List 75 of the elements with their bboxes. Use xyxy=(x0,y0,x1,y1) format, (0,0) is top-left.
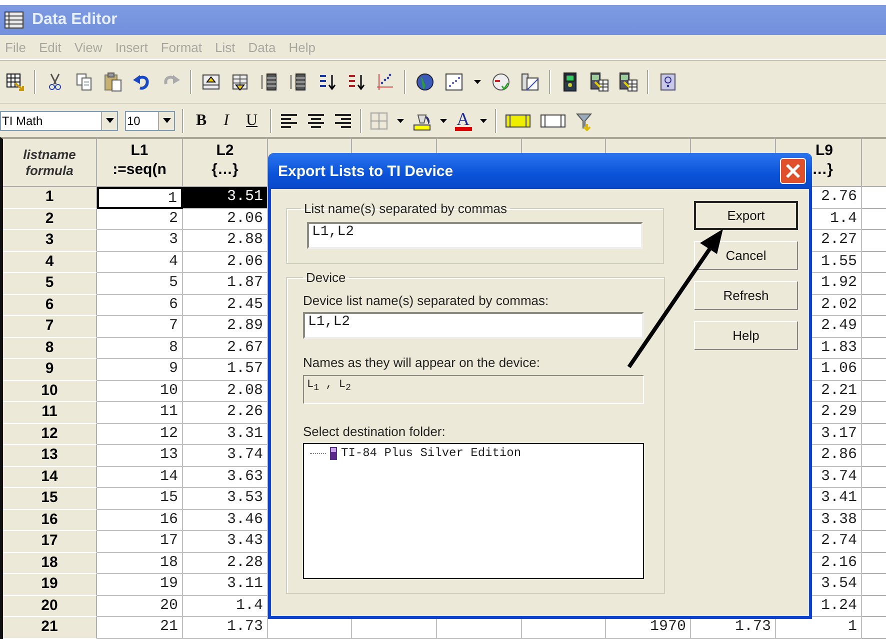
font-color-button[interactable]: A xyxy=(454,110,472,130)
italic-button[interactable]: I xyxy=(218,112,234,130)
table-cell[interactable]: 10 xyxy=(97,380,183,402)
column-formula: {…} xyxy=(212,160,238,179)
row-header[interactable]: 10 xyxy=(3,380,97,402)
table-cell[interactable]: 2 xyxy=(97,208,183,230)
column-header[interactable]: L2 {…} xyxy=(183,139,268,187)
header-label: formula xyxy=(26,162,74,178)
window-title: Data Editor xyxy=(32,11,118,29)
column-name[interactable]: L1 xyxy=(130,141,148,160)
table-cell[interactable]: 6 xyxy=(97,294,183,316)
dialog-button[interactable]: Help xyxy=(694,321,798,350)
group-label: Device xyxy=(305,270,347,285)
row-header[interactable]: 17 xyxy=(3,531,97,552)
table-cell[interactable]: 1.73 xyxy=(183,617,268,638)
table-cell[interactable]: 3.51 xyxy=(183,187,268,208)
table-cell[interactable]: 5 xyxy=(97,273,183,294)
row-header[interactable]: 15 xyxy=(3,488,97,510)
column-formula: …} xyxy=(812,160,833,179)
table-cell[interactable]: 4 xyxy=(97,252,183,273)
row-header[interactable]: 1 xyxy=(3,187,97,208)
row-header[interactable]: 13 xyxy=(3,445,97,466)
device-names-preview: L$_{1}$ , L$_{2}$ xyxy=(303,375,644,404)
row-header[interactable]: 14 xyxy=(3,466,97,488)
table-cell[interactable]: 15 xyxy=(97,488,183,510)
dialog-button[interactable]: Export xyxy=(694,201,798,230)
font-size-dropdown[interactable]: 10 xyxy=(125,110,175,130)
dialog-button[interactable]: Refresh xyxy=(694,281,798,310)
row-header[interactable]: 3 xyxy=(3,230,97,252)
font-dropdown[interactable]: TI Math xyxy=(0,110,118,130)
underline-button[interactable]: U xyxy=(241,112,263,130)
row-header[interactable]: 16 xyxy=(3,510,97,531)
group-label: List name(s) separated by commas xyxy=(303,201,508,216)
device-names-field[interactable]: L1,L2 xyxy=(303,312,644,339)
row-header[interactable]: 11 xyxy=(3,402,97,424)
dialog-button[interactable]: Cancel xyxy=(694,241,798,270)
row-header[interactable]: 4 xyxy=(3,252,97,273)
table-cell[interactable]: 17 xyxy=(97,531,183,552)
table-cell[interactable]: 1 xyxy=(97,187,183,208)
table-cell[interactable]: 20 xyxy=(97,596,183,617)
field-label: Select destination folder: xyxy=(303,424,446,439)
table-cell[interactable]: 11 xyxy=(97,402,183,424)
dialog-title: Export Lists to TI Device xyxy=(278,162,454,180)
table-cell[interactable]: 16 xyxy=(97,510,183,531)
row-header[interactable]: 6 xyxy=(3,294,97,316)
table-cell[interactable]: 8 xyxy=(97,338,183,359)
column-name[interactable]: L2 xyxy=(216,141,234,160)
row-header[interactable]: 18 xyxy=(3,552,97,574)
table-cell[interactable]: 12 xyxy=(97,424,183,445)
table-cell[interactable]: 9 xyxy=(97,359,183,380)
row-header[interactable]: 9 xyxy=(3,359,97,380)
row-header[interactable]: 7 xyxy=(3,316,97,338)
column-header[interactable]: L1 :=seq(n xyxy=(97,139,183,187)
column-name[interactable]: L9 xyxy=(815,141,833,160)
field-label: Device list name(s) separated by commas: xyxy=(303,293,550,308)
row-header[interactable]: 8 xyxy=(3,338,97,359)
tree-item[interactable]: TI-84 Plus Silver Edition xyxy=(341,446,522,460)
list-names-field[interactable]: L1,L2 xyxy=(307,222,643,249)
table-cell[interactable]: 21 xyxy=(97,617,183,638)
table-cell[interactable]: 19 xyxy=(97,574,183,596)
row-header[interactable]: 5 xyxy=(3,273,97,294)
row-header[interactable]: 12 xyxy=(3,424,97,445)
bold-button[interactable]: B xyxy=(191,112,212,130)
table-cell[interactable]: 3 xyxy=(97,230,183,252)
field-label: Names as they will appear on the device: xyxy=(303,355,542,370)
row-header[interactable]: 20 xyxy=(3,596,97,617)
table-cell[interactable]: 13 xyxy=(97,445,183,466)
row-header[interactable]: 2 xyxy=(3,208,97,230)
table-cell[interactable]: 18 xyxy=(97,552,183,574)
header-label: listname xyxy=(23,146,76,162)
row-header[interactable]: 21 xyxy=(3,617,97,638)
table-cell[interactable]: 7 xyxy=(97,316,183,338)
column-formula: :=seq(n xyxy=(112,160,166,179)
row-header[interactable]: 19 xyxy=(3,574,97,596)
table-cell[interactable]: 14 xyxy=(97,466,183,488)
